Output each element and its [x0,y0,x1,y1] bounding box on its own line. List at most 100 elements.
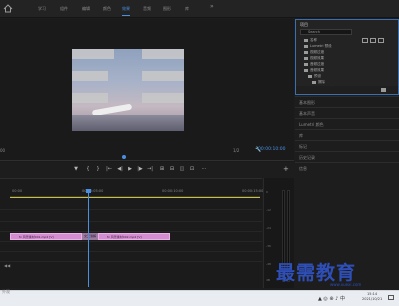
notification-icon[interactable] [388,295,394,300]
meter-scale-label: -12 [266,208,271,212]
track-divider [0,241,262,242]
mask-block [142,71,184,81]
bin-item[interactable]: 视频效果 [304,56,324,61]
yuv-icon[interactable] [378,38,384,43]
step-forward-button[interactable]: |▶ [136,164,144,174]
extract-button[interactable]: ⊟ [168,164,176,174]
mask-block [72,71,108,81]
bin-item[interactable]: 音频过渡 [304,62,324,67]
timeline-panel: 00:00 00:00:05:00 00:00:10:00 00:00:15:0… [0,178,263,288]
panel-markers[interactable]: 标记 [295,140,399,151]
folder-icon [304,44,308,48]
timeline-playhead[interactable] [88,191,89,287]
go-to-in-button[interactable]: |← [105,164,113,174]
folder-icon [304,50,308,54]
bin-item[interactable]: 名称 [304,38,317,43]
add-marker-button[interactable]: ▼ [72,164,80,174]
meter-scale-label: -36 [266,244,271,248]
monitor-scrub-bar[interactable] [0,160,294,161]
time-ruler[interactable]: 00:00 00:00:05:00 00:00:10:00 00:00:15:0… [10,189,263,197]
step-back-button[interactable]: ◀| [116,164,124,174]
cloud-layer [72,115,184,131]
panel-essential-graphics[interactable]: 基本图形 [295,96,399,107]
meter-scale-label: -48 [266,262,271,266]
go-to-out-button[interactable]: →| [146,164,154,174]
tab-editing[interactable]: 编辑 [82,4,90,14]
program-monitor [0,19,294,162]
clock-date: 2021/10/21 [362,297,383,301]
transition-clip[interactable]: 交叉溶解 [82,233,98,240]
ruler-label: 00:00 [12,189,23,193]
status-text: 外观 [2,289,10,294]
resolution-select[interactable]: 1/2 [233,148,239,153]
work-area-bar[interactable] [10,197,260,198]
watermark-subtitle: www.xuexi.com [330,282,362,287]
bin-item[interactable]: Lumetri 预设 [304,44,332,49]
monitor-playhead[interactable] [122,155,126,159]
premiere-window: 学习 组件 编辑 颜色 效果 音频 图形 库 » 00 1/2 🔧 00:00:… [0,0,399,306]
bin-item[interactable]: 擦除 [312,80,325,85]
meter-scale-label: -24 [266,226,271,230]
bin-item[interactable]: 视频过渡 [304,50,324,55]
tab-learn[interactable]: 学习 [38,4,46,14]
folder-icon [304,68,308,72]
bin-item[interactable]: 预设 [308,74,321,79]
folder-icon [312,80,316,84]
track-divider [0,221,262,222]
mask-block [72,49,114,59]
folder-icon [304,62,308,66]
more-controls-button[interactable]: ⋯ [200,164,208,174]
search-input[interactable]: Search [300,29,352,35]
panel-info[interactable]: 信息 [295,162,399,173]
more-workspaces-icon[interactable]: » [210,3,214,10]
program-preview-frame [72,49,184,131]
32bit-icon[interactable] [370,38,376,43]
ruler-label: 00:00:10:00 [162,189,184,193]
tab-effects[interactable]: 效果 [122,4,130,16]
panel-title: 项目 [300,22,308,27]
taskbar-clock[interactable]: 15:14 2021/10/21 [362,292,382,302]
play-button[interactable]: ▶ [126,164,134,174]
monitor-zoom-readout: 00 [0,148,6,153]
panel-history[interactable]: 历史记录 [295,151,399,162]
effects-panel: 项目 Search 名称 Lumetri 预设 视频过渡 视频效果 音频过渡 音… [295,19,399,95]
mask-block [142,49,184,59]
mark-out-button[interactable]: } [94,164,102,174]
track-divider [0,261,262,262]
track-divider [0,209,262,210]
duration-timecode: 00:00:10:00 [258,147,286,152]
tab-libraries[interactable]: 库 [185,4,189,14]
tab-assembly[interactable]: 组件 [60,4,68,14]
mark-in-button[interactable]: { [84,164,92,174]
tab-graphics[interactable]: 图形 [163,4,171,14]
mask-block [142,93,184,103]
folder-icon [308,74,312,78]
new-bin-icon[interactable] [381,88,386,92]
accelerated-icon[interactable] [362,38,368,43]
folder-icon [304,56,308,60]
meter-scale-label: 0 [266,190,268,194]
export-frame-button[interactable]: ◫ [178,164,186,174]
scroll-left-icon[interactable]: ◀◀ [4,263,10,268]
mask-block [72,93,108,103]
panel-libraries[interactable]: 库 [295,129,399,140]
lift-button[interactable]: ⊞ [158,164,166,174]
workspace-bar: 学习 组件 编辑 颜色 效果 音频 图形 库 » [0,0,399,18]
panel-essential-sound[interactable]: 基本声音 [295,107,399,118]
timeline-clip[interactable]: fx 风景素材002.mp4 [V] [98,233,170,240]
button-editor-plus-icon[interactable]: + [283,165,289,173]
panel-lumetri-color[interactable]: Lumetri 颜色 [295,118,399,129]
tab-audio[interactable]: 音频 [143,4,151,14]
tab-color[interactable]: 颜色 [103,4,111,14]
panel-footer [296,86,398,94]
home-icon[interactable] [3,4,13,13]
transport-controls: ▼ { } |← ◀| ▶ |▶ →| ⊞ ⊟ ◫ ⊡ ⋯ [0,164,294,176]
folder-icon [304,38,308,42]
track-divider [0,251,262,252]
bin-item[interactable]: 音频效果 [304,68,324,73]
system-tray-icons[interactable]: ▲ ◎ ⊕ ♪ 中 [318,295,345,302]
meter-scale-label: dB [266,278,270,282]
panel-toolbar [362,28,386,47]
timeline-clip[interactable]: fx 风景素材001.mp4 [V] [10,233,82,240]
compare-view-button[interactable]: ⊡ [188,164,196,174]
